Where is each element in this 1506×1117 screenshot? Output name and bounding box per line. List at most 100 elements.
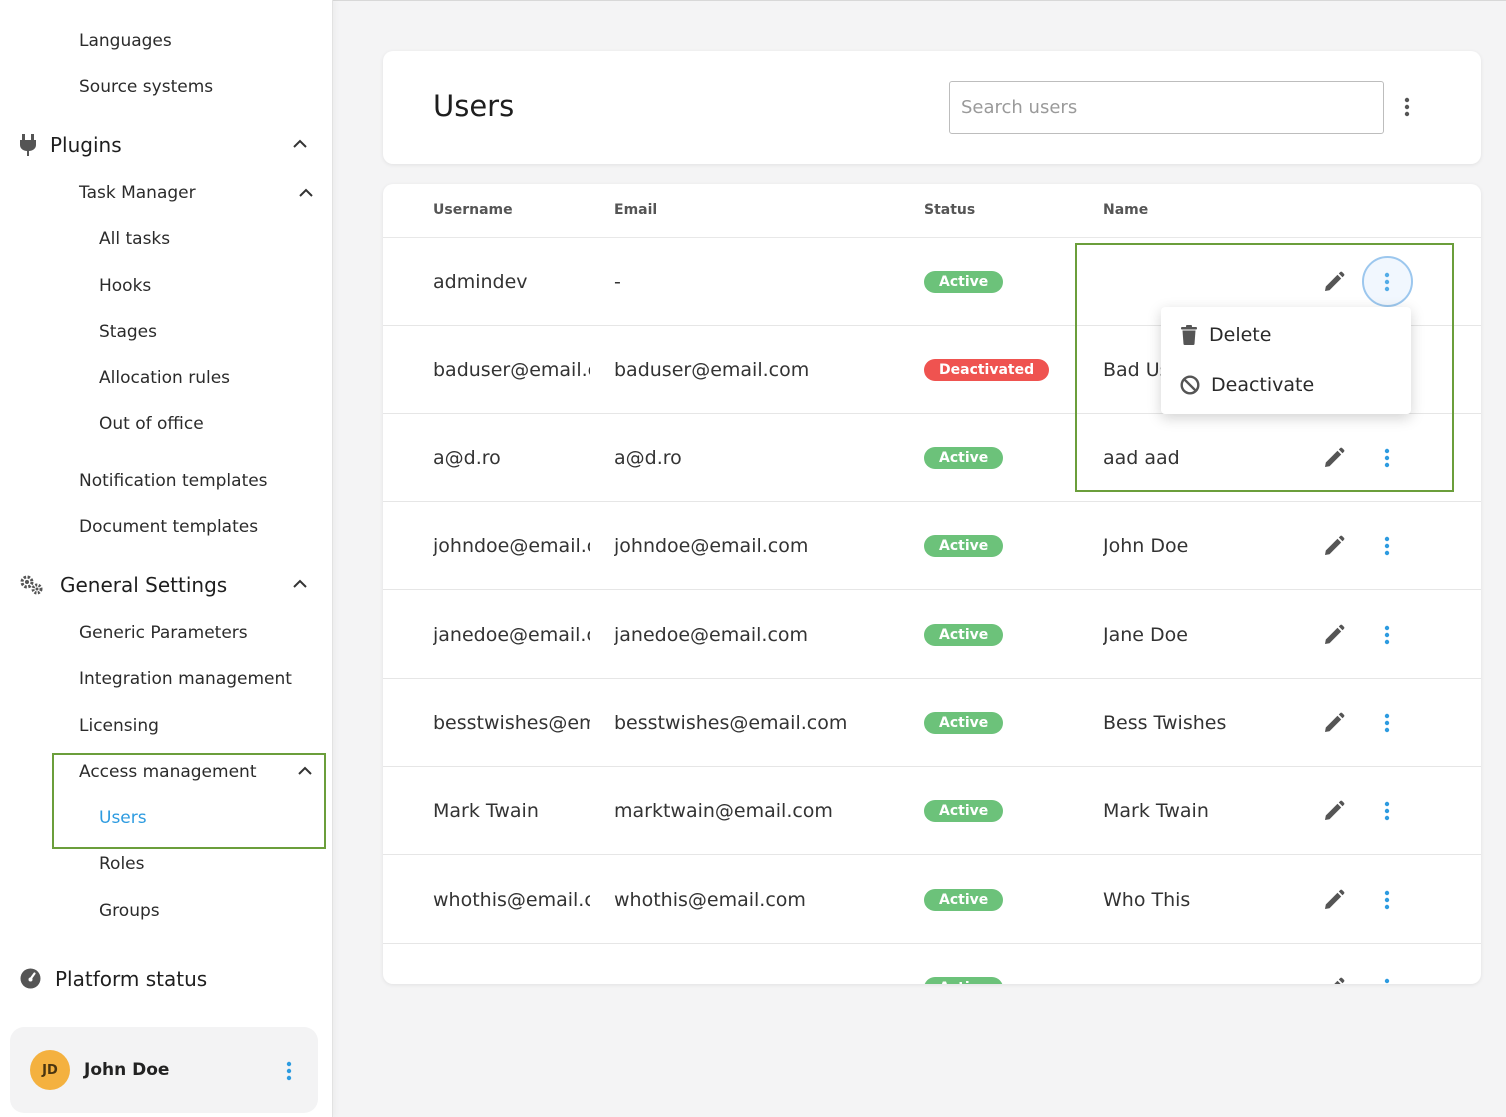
table-row[interactable]: johndoe@email.c johndoe@email.com Active Jo…	[383, 502, 1481, 590]
cell-status: Active	[924, 414, 1004, 502]
focus-ring	[1362, 256, 1413, 307]
sidebar-item-groups[interactable]: Groups	[99, 901, 160, 921]
sidebar-item-users[interactable]: Users	[99, 808, 147, 828]
menu-item-delete[interactable]: Delete	[1161, 310, 1411, 360]
cell-username: admindev	[433, 271, 528, 293]
cell-name: Bess Twishes	[1103, 712, 1227, 734]
table-row[interactable]: besstwishes@em besstwishes@email.com Activ…	[383, 679, 1481, 767]
cell-email: a@d.ro	[614, 447, 682, 469]
sidebar-item-integration-management[interactable]: Integration management	[79, 669, 292, 689]
chevron-up-icon[interactable]	[293, 139, 307, 151]
column-header-name[interactable]: Name	[1103, 202, 1148, 218]
pencil-icon[interactable]	[1323, 977, 1345, 984]
table-row[interactable]: Active	[383, 944, 1481, 984]
page-title: Users	[433, 89, 515, 123]
avatar[interactable]: JD	[30, 1050, 70, 1090]
more-vertical-icon[interactable]	[1404, 97, 1410, 121]
cell-name	[1103, 944, 1303, 984]
cell-name: Jane Doe	[1103, 624, 1188, 646]
search-input[interactable]	[949, 81, 1384, 134]
block-icon	[1180, 375, 1200, 395]
sidebar-item-hooks[interactable]: Hooks	[99, 276, 151, 296]
more-vertical-icon[interactable]	[1384, 890, 1392, 912]
cell-email: marktwain@email.com	[614, 800, 833, 822]
sidebar-item-notification-templates[interactable]: Notification templates	[79, 471, 268, 491]
current-user-name: John Doe	[84, 1060, 170, 1080]
more-vertical-icon[interactable]	[286, 1061, 292, 1081]
more-vertical-icon[interactable]	[1384, 801, 1392, 823]
sidebar-item-roles[interactable]: Roles	[99, 854, 145, 874]
current-user-card: JD John Doe	[10, 1027, 318, 1113]
cell-username: a@d.ro	[433, 447, 501, 469]
status-badge: Active	[924, 712, 1004, 734]
table-row[interactable]: whothis@email.c whothis@email.com Active Wh…	[383, 856, 1481, 944]
status-badge: Active	[924, 447, 1004, 469]
more-vertical-icon[interactable]	[1384, 625, 1392, 647]
plug-icon	[19, 134, 37, 160]
sidebar-item-languages[interactable]: Languages	[79, 31, 172, 51]
cell-status: Active	[924, 679, 1004, 767]
chevron-up-icon[interactable]	[299, 188, 313, 200]
sidebar-item-platform-status[interactable]: Platform status	[55, 967, 207, 991]
pencil-icon[interactable]	[1323, 624, 1345, 646]
sidebar-item-out-of-office[interactable]: Out of office	[99, 414, 204, 434]
sidebar-item-task-manager[interactable]: Task Manager	[79, 183, 196, 203]
pencil-icon[interactable]	[1323, 535, 1345, 557]
column-header-status[interactable]: Status	[924, 202, 975, 218]
status-badge: Active	[924, 535, 1004, 557]
chevron-up-icon[interactable]	[298, 766, 312, 778]
sidebar-item-all-tasks[interactable]: All tasks	[99, 229, 170, 249]
chevron-up-icon[interactable]	[293, 579, 307, 591]
cell-name: Who This	[1103, 889, 1191, 911]
column-header-username[interactable]: Username	[433, 202, 513, 218]
sidebar-item-access-management[interactable]: Access management	[79, 762, 256, 782]
menu-item-label: Delete	[1209, 324, 1272, 346]
menu-item-deactivate[interactable]: Deactivate	[1161, 360, 1411, 410]
pencil-icon[interactable]	[1323, 800, 1345, 822]
cell-name: John Doe	[1103, 535, 1189, 557]
status-badge: Active	[924, 271, 1004, 293]
cell-status: Active	[924, 944, 1004, 984]
cell-username	[433, 944, 590, 984]
sidebar-section-general-settings[interactable]: General Settings	[60, 573, 227, 597]
sidebar-item-document-templates[interactable]: Document templates	[79, 517, 258, 537]
column-header-email[interactable]: Email	[614, 202, 657, 218]
sidebar-item-generic-parameters[interactable]: Generic Parameters	[79, 623, 248, 643]
status-badge: Active	[924, 977, 1004, 984]
pencil-icon[interactable]	[1323, 889, 1345, 911]
cell-email: baduser@email.com	[614, 359, 810, 381]
cell-username: besstwishes@em	[433, 712, 590, 734]
status-badge: Active	[924, 889, 1004, 911]
pencil-icon[interactable]	[1323, 712, 1345, 734]
sidebar-item-allocation-rules[interactable]: Allocation rules	[99, 368, 230, 388]
cell-status: Active	[924, 591, 1004, 679]
status-badge: Active	[924, 800, 1004, 822]
sidebar-item-stages[interactable]: Stages	[99, 322, 157, 342]
table-row[interactable]: Mark Twain marktwain@email.com Active Mark …	[383, 767, 1481, 855]
cell-status: Active	[924, 238, 1004, 326]
more-vertical-icon[interactable]	[1384, 536, 1392, 558]
sidebar: Languages Source systems Plugins Task Ma…	[0, 0, 333, 1117]
users-header-card: Users	[383, 51, 1481, 164]
cell-status: Deactivated	[924, 326, 1050, 414]
sidebar-item-source-systems[interactable]: Source systems	[79, 77, 213, 97]
cell-email: johndoe@email.com	[614, 535, 809, 557]
gauge-icon	[20, 968, 41, 993]
status-badge: Deactivated	[924, 359, 1050, 381]
sidebar-item-licensing[interactable]: Licensing	[79, 716, 159, 736]
sidebar-section-plugins[interactable]: Plugins	[50, 133, 122, 157]
cell-email	[614, 944, 894, 984]
cell-username: baduser@email.c	[433, 359, 590, 381]
cell-email: whothis@email.com	[614, 889, 806, 911]
cell-email: -	[614, 271, 621, 293]
more-vertical-icon[interactable]	[1384, 978, 1392, 984]
cell-username: johndoe@email.c	[433, 535, 590, 557]
cell-username: Mark Twain	[433, 800, 539, 822]
more-vertical-icon[interactable]	[1384, 713, 1392, 735]
cell-status: Active	[924, 856, 1004, 944]
table-row[interactable]: janedoe@email.c janedoe@email.com Active Ja…	[383, 591, 1481, 679]
cell-username: whothis@email.c	[433, 889, 590, 911]
cell-name: Mark Twain	[1103, 800, 1209, 822]
cell-email: janedoe@email.com	[614, 624, 809, 646]
row-actions-menu: Delete Deactivate	[1161, 307, 1411, 414]
